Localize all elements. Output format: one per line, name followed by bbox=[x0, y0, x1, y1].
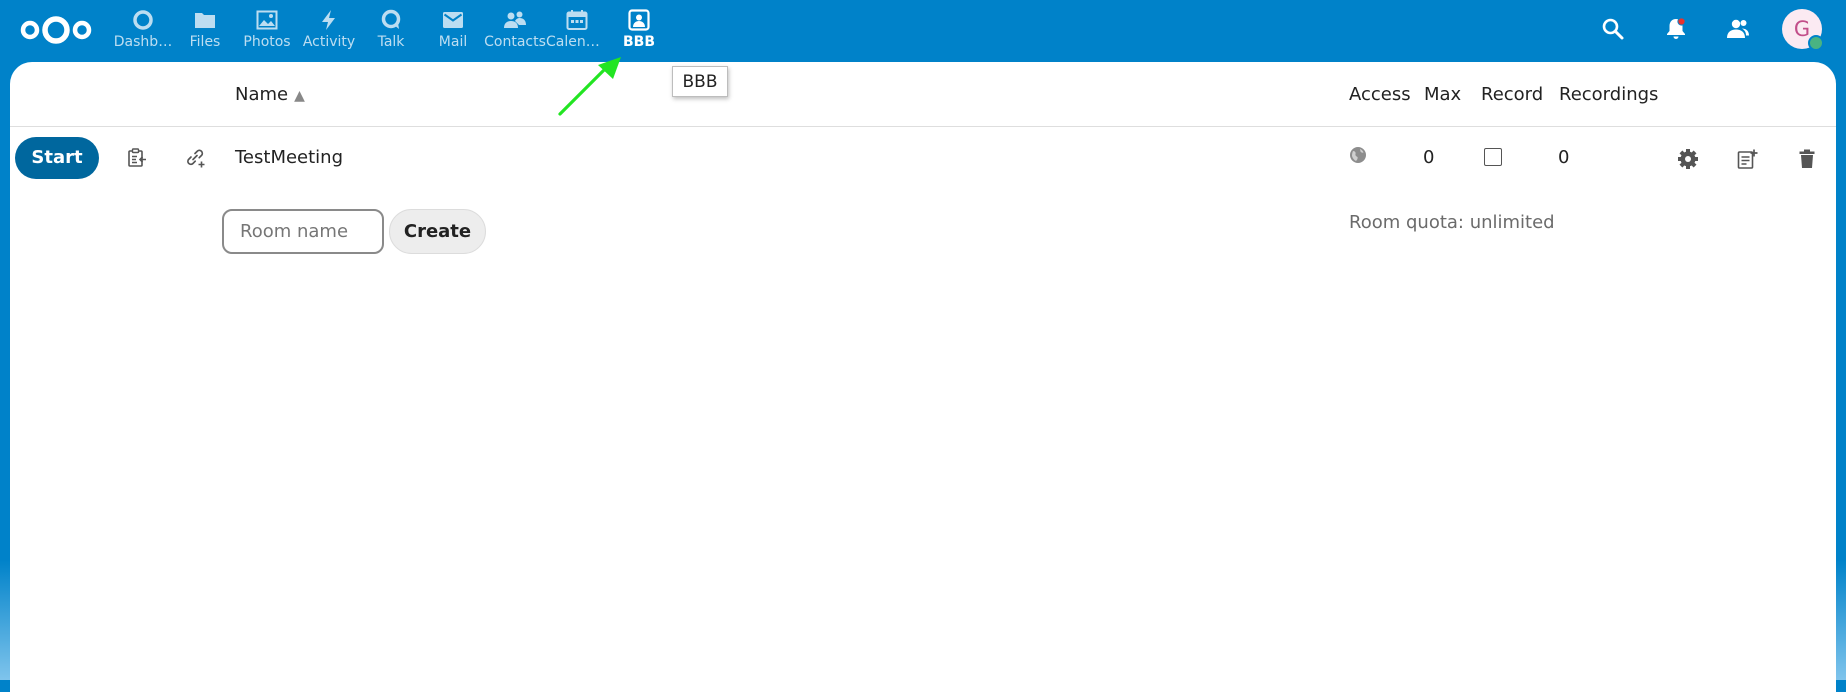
background-decoration bbox=[0, 560, 10, 680]
app-label: Dashb… bbox=[113, 34, 173, 50]
app-tooltip: BBB bbox=[672, 66, 728, 97]
column-header-recordings: Recordings bbox=[1559, 84, 1659, 105]
max-participants: 0 bbox=[1423, 147, 1435, 168]
contacts-icon bbox=[504, 11, 526, 28]
notifications-bell-icon[interactable] bbox=[1663, 16, 1689, 42]
app-label: Calendar bbox=[546, 34, 608, 50]
online-status-indicator bbox=[1808, 35, 1824, 51]
column-header-record: Record bbox=[1481, 84, 1544, 105]
top-bar: Dashb… Files Photos Activity Talk Mail C… bbox=[0, 0, 1846, 62]
app-photos[interactable]: Photos bbox=[236, 0, 298, 62]
app-mail[interactable]: Mail bbox=[422, 0, 484, 62]
column-header-access: Access bbox=[1349, 84, 1411, 105]
clipboard-copy-icon[interactable] bbox=[126, 147, 148, 169]
folder-icon bbox=[195, 13, 215, 28]
bbb-icon bbox=[628, 9, 650, 31]
recordings-count: 0 bbox=[1558, 147, 1570, 168]
trash-icon[interactable] bbox=[1796, 148, 1818, 170]
app-contacts[interactable]: Contacts bbox=[484, 0, 546, 62]
app-label: Talk bbox=[377, 34, 405, 50]
image-icon bbox=[256, 10, 278, 30]
room-quota-text: Room quota: unlimited bbox=[1349, 212, 1555, 233]
gear-icon[interactable] bbox=[1677, 148, 1699, 170]
annotation-arrow-icon bbox=[558, 57, 621, 116]
nextcloud-logo-icon[interactable] bbox=[16, 10, 96, 50]
app-label: Activity bbox=[302, 34, 356, 50]
app-label: Files bbox=[189, 34, 221, 50]
add-note-icon[interactable] bbox=[1736, 148, 1758, 170]
contacts-menu-icon[interactable] bbox=[1725, 16, 1751, 42]
app-activity[interactable]: Activity bbox=[298, 0, 360, 62]
column-header-label: Name bbox=[235, 84, 289, 105]
create-room-button[interactable]: Create bbox=[389, 209, 486, 254]
globe-icon[interactable] bbox=[1349, 146, 1367, 164]
room-name-input[interactable] bbox=[222, 209, 384, 254]
app-dashboard[interactable]: Dashb… bbox=[112, 0, 174, 62]
app-label: Photos bbox=[243, 34, 291, 50]
talk-icon bbox=[381, 9, 401, 29]
app-files[interactable]: Files bbox=[174, 0, 236, 62]
lightning-icon bbox=[322, 10, 335, 30]
add-link-icon[interactable] bbox=[184, 147, 206, 169]
column-header-name[interactable]: Name ▲ bbox=[235, 84, 305, 107]
room-name: TestMeeting bbox=[235, 147, 344, 168]
mail-icon bbox=[443, 12, 463, 28]
app-label: Mail bbox=[438, 34, 468, 50]
sort-ascending-icon: ▲ bbox=[294, 88, 305, 104]
start-meeting-button[interactable]: Start bbox=[15, 137, 99, 179]
column-header-max: Max bbox=[1424, 84, 1462, 105]
calendar-icon bbox=[566, 10, 588, 30]
header-divider bbox=[10, 126, 1836, 127]
app-talk[interactable]: Talk bbox=[360, 0, 422, 62]
search-icon[interactable] bbox=[1600, 16, 1626, 42]
record-checkbox[interactable] bbox=[1484, 148, 1502, 166]
dashboard-icon bbox=[133, 10, 153, 30]
app-label: Contacts bbox=[484, 34, 546, 50]
background-decoration bbox=[1836, 560, 1846, 680]
app-label: BBB bbox=[622, 34, 655, 50]
